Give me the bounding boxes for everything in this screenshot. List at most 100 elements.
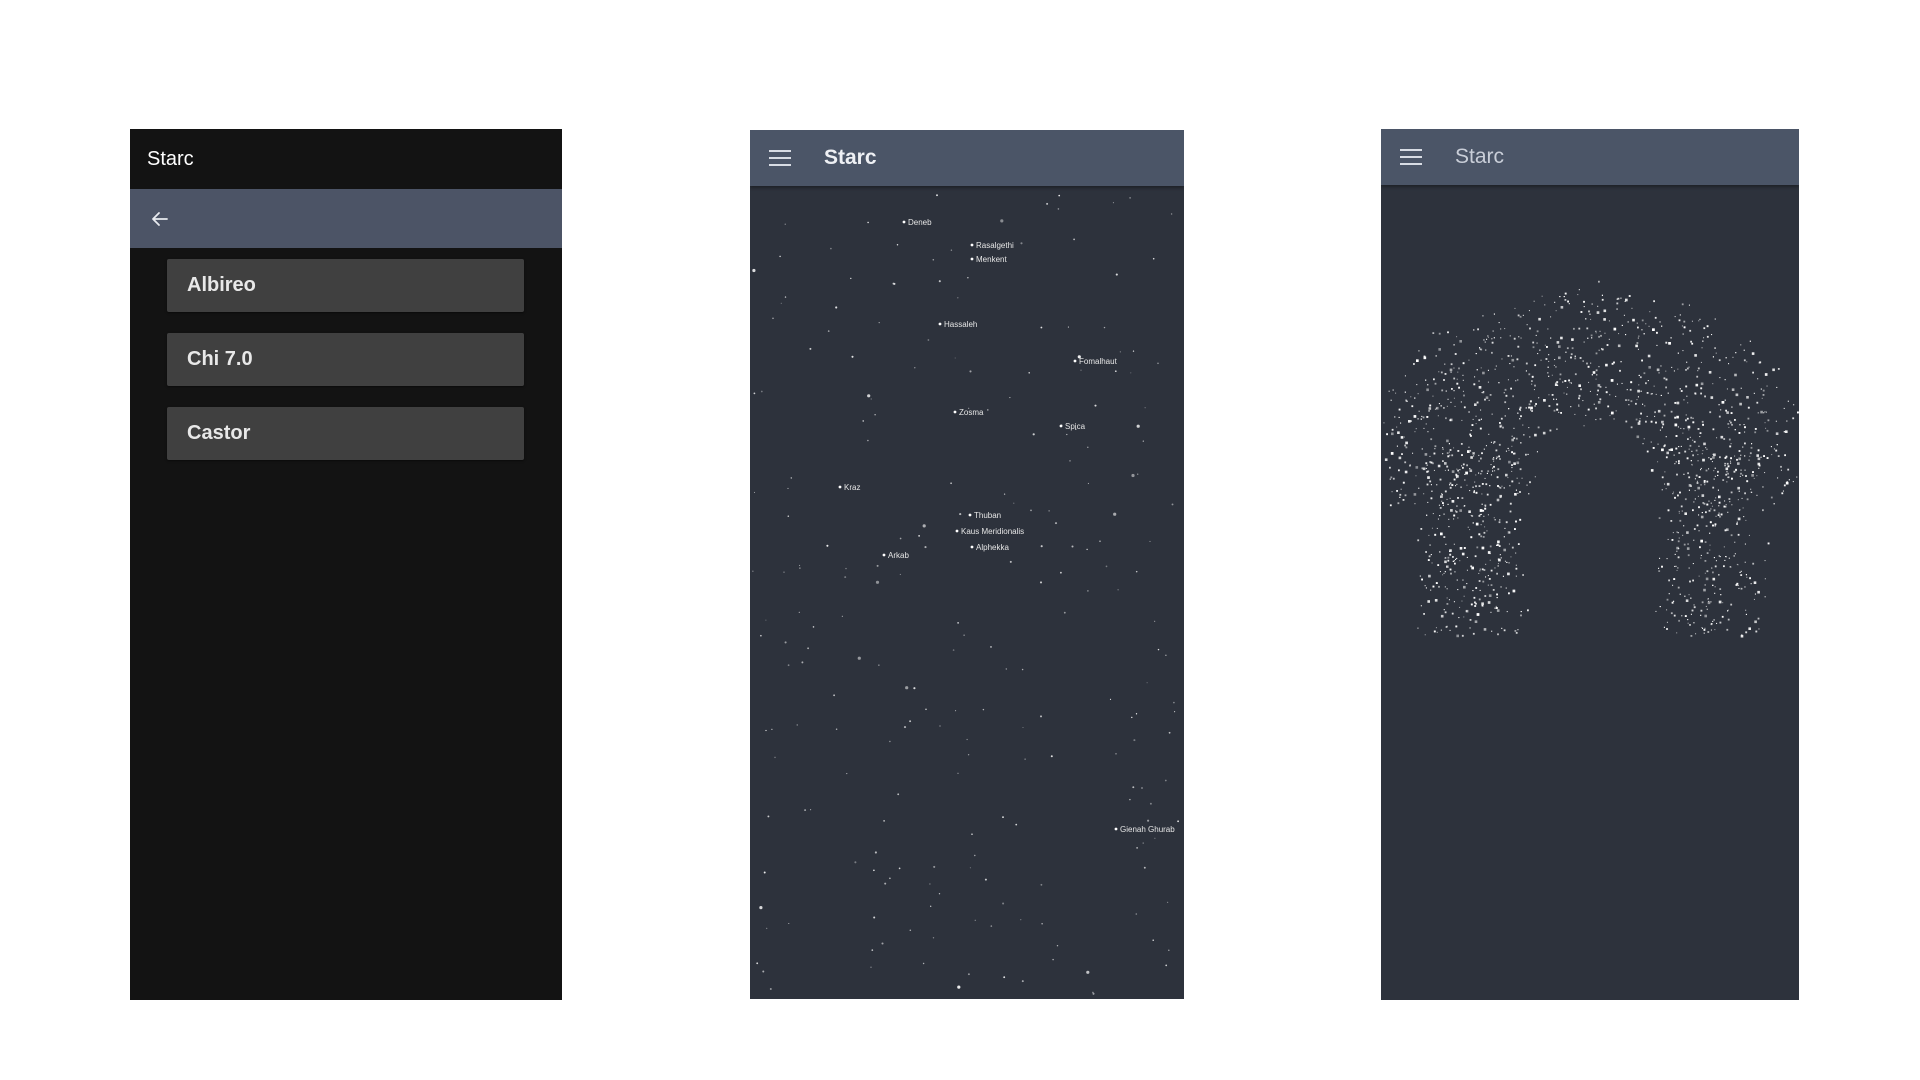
star-dot [1417,418,1419,420]
star-dot [1402,481,1405,484]
star-dot [1638,374,1640,376]
star-dot [1454,571,1456,573]
star-dot [1518,458,1520,460]
star-dot [1621,324,1623,326]
star-dot [1480,524,1482,526]
star-dot [1678,510,1680,512]
star-dot [1515,437,1518,440]
star-dot [1478,515,1481,517]
star-dot [784,223,786,225]
star-label: Kaus Meridionalis [961,527,1024,536]
star-dot [1399,496,1401,498]
star-dot [851,355,854,358]
star-dot [1421,448,1423,450]
star-dot [1691,320,1693,322]
star-dot [1733,470,1736,473]
star-dot [1558,356,1561,360]
star-dot [1436,484,1438,486]
star-dot [1645,420,1647,423]
star-dot [1688,366,1690,368]
star-dot [1503,487,1505,489]
star-dot [1459,340,1462,343]
star-dot [1700,554,1702,556]
list-item-chi[interactable]: Chi 7.0 [167,333,524,386]
star-dot [1792,417,1795,420]
star-dot [1661,489,1663,491]
star-dot [1556,403,1559,406]
star-dot [1046,202,1049,205]
star-dot [1422,416,1425,419]
star-dot [1578,394,1581,397]
star-dot [1737,499,1739,501]
star-dot [1498,382,1500,384]
star-dot [1776,444,1778,446]
star-dot [1704,395,1706,398]
star-dot [1413,415,1417,418]
star-dot [1020,919,1022,921]
list-item-castor[interactable]: Castor [167,407,524,460]
star-dot [1503,536,1505,538]
star-dot [1483,448,1485,450]
star-dot [862,420,864,422]
star-dot [1177,820,1179,823]
star-dot [1703,629,1706,631]
star-dot [1752,471,1754,473]
star-dot [1702,340,1704,342]
star-dot [1511,464,1513,466]
star-dot [1699,436,1701,438]
star-dot [1435,582,1438,584]
sky-canvas[interactable] [1381,185,1799,1000]
back-arrow-icon[interactable] [150,209,170,229]
star-dot [1757,617,1760,620]
star-dot [1473,491,1475,494]
star-dot [1457,469,1459,472]
star-dot [1656,331,1658,334]
star-dot [1496,456,1498,459]
star-dot [1523,434,1525,436]
star-dot [1743,516,1745,518]
star-dot [1727,610,1729,612]
star-dot [1478,533,1481,536]
star-dot [1517,543,1520,545]
star-dot [1396,445,1398,447]
sky-canvas[interactable]: Deneb Rasalgethi Menkent Hassaleh Fomalh… [750,186,1184,999]
sky-map[interactable]: Deneb Rasalgethi Menkent Hassaleh Fomalh… [750,186,1184,999]
star-dot [1389,478,1391,480]
star-dot [1478,580,1481,582]
star-dot [1499,554,1501,556]
star-dot [1747,417,1750,420]
star-dot [1682,534,1684,536]
star-dot [1758,628,1760,630]
star-dot [1681,325,1683,327]
star-dot [1704,627,1706,629]
star-dot [846,773,848,775]
star-dot [1510,387,1512,390]
star-dot [1458,386,1460,389]
star-dot [1515,380,1517,382]
star-dot [1040,545,1043,548]
star-dot [1087,590,1089,592]
star-dot [760,390,763,393]
hamburger-menu-icon[interactable] [769,150,791,166]
star-cloud[interactable] [1381,185,1799,1000]
star-dot [1608,338,1610,340]
star-dot [966,738,968,741]
hamburger-menu-icon[interactable] [1400,149,1422,165]
star-dot [1653,385,1655,387]
star-dot [1751,443,1753,445]
star-dot [1725,506,1727,508]
star-dot [1005,668,1007,670]
star-dot [1397,502,1400,505]
star-dot [1478,598,1481,601]
star-dot [1443,379,1445,381]
star-dot [867,439,869,442]
star-dot [1511,480,1514,483]
star-dot [1687,619,1689,621]
star-dot [1486,338,1488,340]
list-item-albireo[interactable]: Albireo [167,259,524,312]
star-label: Deneb [908,218,932,227]
star-dot [1434,533,1437,536]
star-dot [1132,786,1135,789]
star-dot [970,257,974,261]
star-dot [1760,456,1762,458]
